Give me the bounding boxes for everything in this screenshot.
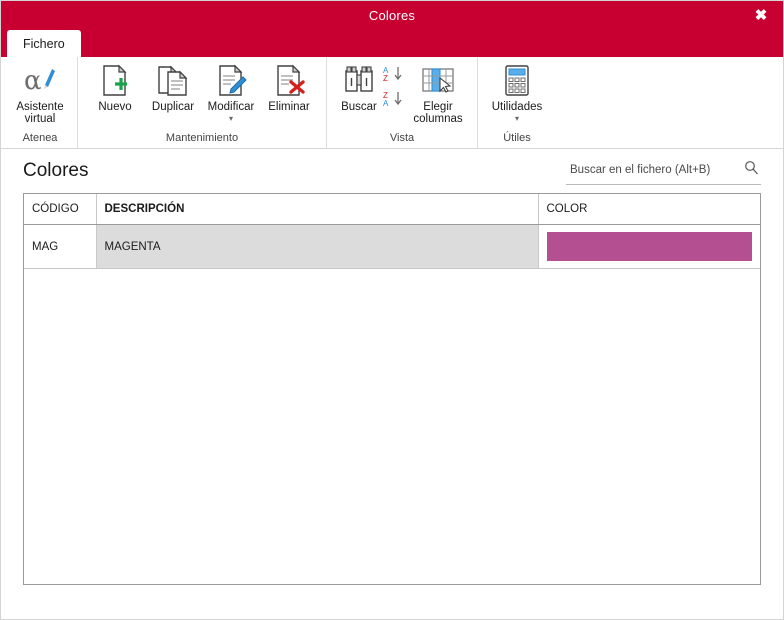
- asistente-virtual-button[interactable]: α Asistente virtual: [11, 61, 69, 125]
- ribbon-group-label-utiles: Útiles: [503, 132, 531, 144]
- color-swatch: [546, 232, 752, 261]
- search-box[interactable]: [566, 158, 761, 185]
- duplicar-label: Duplicar: [151, 101, 195, 113]
- table-header-row: CÓDIGO DESCRIPCIÓN COLOR: [24, 194, 760, 225]
- chevron-down-icon[interactable]: ▾: [488, 114, 546, 123]
- ribbon-toolbar: α Asistente virtual Atenea Nuevo Duplica…: [1, 57, 783, 149]
- alpha-pen-icon: α: [23, 63, 57, 99]
- document-pencil-icon: [215, 63, 247, 99]
- application-window: Colores ✖ Fichero α Asistente virtual At…: [0, 0, 784, 620]
- cell-color[interactable]: [538, 224, 760, 269]
- sort-za-icon[interactable]: Z A: [383, 90, 405, 112]
- elegir-columnas-button[interactable]: Elegir columnas: [407, 61, 469, 125]
- utilidades-button[interactable]: Utilidades ▾: [486, 61, 548, 123]
- ribbon-group-label-atenea: Atenea: [22, 132, 58, 144]
- column-header-descripcion[interactable]: DESCRIPCIÓN: [96, 194, 539, 225]
- sort-az-icon[interactable]: A Z: [383, 65, 405, 87]
- buscar-button[interactable]: Buscar: [335, 61, 383, 113]
- buscar-label: Buscar: [341, 101, 377, 113]
- tab-fichero[interactable]: Fichero: [7, 30, 81, 57]
- window-title: Colores: [368, 8, 416, 23]
- binoculars-icon: [342, 63, 376, 99]
- page-title: Colores: [23, 160, 89, 181]
- eliminar-label: Eliminar: [268, 101, 310, 113]
- document-delete-icon: [273, 63, 305, 99]
- nuevo-label: Nuevo: [98, 101, 132, 113]
- nuevo-button[interactable]: Nuevo: [86, 61, 144, 113]
- eliminar-button[interactable]: Eliminar: [260, 61, 318, 113]
- modificar-button[interactable]: Modificar ▾: [202, 61, 260, 123]
- column-header-color[interactable]: COLOR: [538, 194, 760, 225]
- ribbon-group-label-mantenimiento: Mantenimiento: [165, 132, 239, 144]
- utilidades-label: Utilidades: [491, 101, 543, 113]
- search-input[interactable]: [570, 163, 730, 176]
- svg-text:Z: Z: [383, 74, 388, 82]
- cell-descripcion[interactable]: MAGENTA: [96, 224, 539, 269]
- ribbon-tab-strip: Fichero: [7, 30, 81, 57]
- close-button[interactable]: ✖: [739, 1, 783, 29]
- modificar-label: Modificar: [207, 101, 255, 113]
- chevron-down-icon[interactable]: ▾: [204, 114, 258, 123]
- content-header: Colores: [23, 149, 761, 193]
- svg-text:α: α: [24, 66, 42, 96]
- table-row[interactable]: MAG MAGENTA: [24, 224, 760, 269]
- elegir-columnas-label: Elegir columnas: [413, 101, 463, 125]
- ribbon-group-mantenimiento: Nuevo Duplicar Modificar ▾ Eliminar Mant…: [77, 57, 326, 148]
- duplicar-button[interactable]: Duplicar: [144, 61, 202, 113]
- document-plus-icon: [99, 63, 131, 99]
- calculator-icon: [502, 63, 532, 99]
- ribbon-group-utiles: Utilidades ▾ Útiles: [477, 57, 556, 148]
- cell-codigo[interactable]: MAG: [24, 224, 97, 269]
- ribbon-group-label-vista: Vista: [389, 132, 415, 144]
- ribbon-group-atenea: α Asistente virtual Atenea: [3, 57, 77, 148]
- column-header-codigo[interactable]: CÓDIGO: [24, 194, 97, 225]
- asistente-virtual-label: Asistente virtual: [16, 101, 64, 125]
- sort-buttons: A Z Z A: [383, 61, 407, 112]
- search-icon[interactable]: [744, 160, 759, 180]
- document-copy-icon: [156, 63, 190, 99]
- svg-text:A: A: [383, 99, 389, 107]
- title-bar: Colores ✖ Fichero: [1, 1, 783, 57]
- colores-table: CÓDIGO DESCRIPCIÓN COLOR MAG MAGENTA: [24, 194, 760, 269]
- ribbon-group-vista: Buscar A Z Z A Elegir columnas Vista: [326, 57, 477, 148]
- choose-columns-icon: [420, 63, 456, 99]
- colores-grid-panel: CÓDIGO DESCRIPCIÓN COLOR MAG MAGENTA: [23, 193, 761, 585]
- content-area: Colores CÓ: [1, 149, 783, 619]
